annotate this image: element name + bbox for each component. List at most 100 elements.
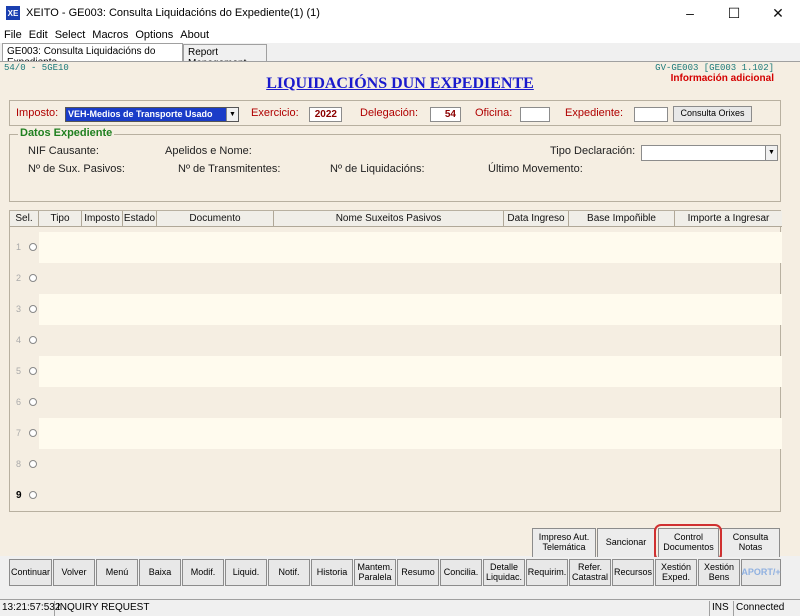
oficina-field[interactable] <box>520 107 550 122</box>
table-row[interactable]: 2 <box>10 263 782 294</box>
table-row[interactable]: 5 <box>10 356 782 387</box>
row-select-radio[interactable] <box>29 398 37 406</box>
row-select-radio[interactable] <box>29 336 37 344</box>
table-row[interactable]: 6 <box>10 387 782 418</box>
bottom-toolbar: Continuar Volver Menú Baixa Modif. Liqui… <box>0 557 800 599</box>
row-number: 9 <box>16 490 22 501</box>
sancionar-button[interactable]: Sancionar <box>597 528 655 558</box>
imposto-label: Imposto: <box>16 107 59 119</box>
menu-file[interactable]: File <box>4 29 22 41</box>
menu-options[interactable]: Options <box>135 29 173 41</box>
refer-catastral-button[interactable]: Refer. Catastral <box>569 559 611 586</box>
row-number: 3 <box>16 304 22 314</box>
status-message: INQUIRY REQUEST <box>55 601 710 616</box>
delegacion-field[interactable]: 54 <box>430 107 461 122</box>
consulta-orixes-button[interactable]: Consulta Orixes <box>673 106 752 122</box>
filter-panel: Imposto: VEH-Medios de Transporte Usado … <box>9 100 781 126</box>
app-icon: XE <box>6 6 20 20</box>
continuar-button[interactable]: Continuar <box>9 559 52 586</box>
datos-expediente-title: Datos Expediente <box>18 127 115 139</box>
row-select-radio[interactable] <box>29 429 37 437</box>
mantem-paralela-button[interactable]: Mantem. Paralela <box>354 559 396 586</box>
table-row[interactable]: 4 <box>10 325 782 356</box>
column-header-nome[interactable]: Nome Suxeitos Pasivos <box>274 211 504 227</box>
row-select-radio[interactable] <box>29 367 37 375</box>
menu-about[interactable]: About <box>180 29 209 41</box>
column-header-imposto[interactable]: Imposto <box>82 211 123 227</box>
table-row[interactable]: 3 <box>10 294 782 325</box>
impreso-aut-telematica-button[interactable]: Impreso Aut. Telemática <box>532 528 596 558</box>
window-title: XEITO - GE003: Consulta Liquidacións do … <box>26 7 320 19</box>
close-icon[interactable]: ✕ <box>756 0 800 26</box>
menu-edit[interactable]: Edit <box>29 29 48 41</box>
chevron-down-icon[interactable]: ▼ <box>765 146 777 160</box>
table-row[interactable]: 7 <box>10 418 782 449</box>
aport-button[interactable]: APORT/+ <box>741 559 781 586</box>
consulta-notas-button[interactable]: Consulta Notas <box>721 528 780 558</box>
xestion-bens-button[interactable]: Xestión Bens <box>698 559 740 586</box>
row-select-radio[interactable] <box>29 305 37 313</box>
nif-label: NIF Causante: <box>28 145 99 157</box>
menu-select[interactable]: Select <box>55 29 86 41</box>
row-select-radio[interactable] <box>29 274 37 282</box>
expediente-field[interactable] <box>634 107 668 122</box>
row-select-radio[interactable] <box>29 491 37 499</box>
maximize-icon[interactable]: ☐ <box>712 0 756 26</box>
column-header-tipo[interactable]: Tipo <box>39 211 82 227</box>
column-header-importe[interactable]: Importe a Ingresar <box>675 211 782 227</box>
volver-button[interactable]: Volver <box>53 559 95 586</box>
column-header-estado[interactable]: Estado <box>123 211 157 227</box>
main-pane: 54/0 - 5GE10 GV-GE003 [GE003 1.102] Info… <box>0 61 800 556</box>
menu-macros[interactable]: Macros <box>92 29 128 41</box>
baixa-button[interactable]: Baixa <box>139 559 181 586</box>
tab-ge003[interactable]: GE003: Consulta Liquidacións do Expedien… <box>2 43 183 68</box>
exercicio-label: Exercicio: <box>251 107 299 119</box>
column-header-documento[interactable]: Documento <box>157 211 274 227</box>
row-select-radio[interactable] <box>29 243 37 251</box>
column-header-sel[interactable]: Sel. <box>10 211 39 227</box>
xestion-exped-button[interactable]: Xestión Exped. <box>655 559 697 586</box>
title-bar: XE XEITO - GE003: Consulta Liquidacións … <box>0 0 800 26</box>
concilia-button[interactable]: Concilia. <box>440 559 482 586</box>
detalle-liquidac-button[interactable]: Detalle Liquidac. <box>483 559 525 586</box>
tipo-declaracion-label: Tipo Declaración: <box>550 145 636 157</box>
recursos-button[interactable]: Recursos <box>612 559 654 586</box>
modif-button[interactable]: Modif. <box>182 559 224 586</box>
liquidacions-grid: Sel. Tipo Imposto Estado Documento Nome … <box>9 210 782 512</box>
expediente-label: Expediente: <box>565 107 624 119</box>
datos-expediente-panel: Datos Expediente NIF Causante: Apelidos … <box>9 127 781 202</box>
row-number: 1 <box>16 242 22 252</box>
column-header-base[interactable]: Base Impoñible <box>569 211 675 227</box>
status-mode: INS <box>710 601 734 616</box>
tipo-declaracion-select[interactable]: ▼ <box>641 145 778 161</box>
resumo-button[interactable]: Resumo <box>397 559 439 586</box>
num-transmitentes-label: Nº de Transmitentes: <box>178 163 281 175</box>
row-number: 8 <box>16 459 22 469</box>
row-number: 4 <box>16 335 22 345</box>
row-number: 2 <box>16 273 22 283</box>
row-select-radio[interactable] <box>29 460 37 468</box>
tab-report-management[interactable]: Report Management <box>183 44 267 69</box>
table-row[interactable]: 1 <box>10 232 782 263</box>
highlight-annotation <box>654 524 722 561</box>
apelidos-label: Apelidos e Nome: <box>165 145 252 157</box>
chevron-down-icon[interactable]: ▼ <box>226 108 238 121</box>
tab-strip: GE003: Consulta Liquidacións do Expedien… <box>0 43 800 69</box>
minimize-icon[interactable]: – <box>668 0 712 26</box>
num-suxeitos-label: Nº de Sux. Pasivos: <box>28 163 125 175</box>
num-liquidacions-label: Nº de Liquidacións: <box>330 163 425 175</box>
imposto-select[interactable]: VEH-Medios de Transporte Usado ▼ <box>65 107 239 122</box>
notif-button[interactable]: Notif. <box>268 559 310 586</box>
requirim-button[interactable]: Requirim. <box>526 559 568 586</box>
table-row[interactable]: 8 <box>10 449 782 480</box>
screen-code: 54/0 - 5GE10 <box>4 63 69 73</box>
exercicio-field[interactable]: 2022 <box>309 107 342 122</box>
table-row[interactable]: 9 <box>10 480 782 511</box>
column-header-data[interactable]: Data Ingreso <box>504 211 569 227</box>
historia-button[interactable]: Historia <box>311 559 353 586</box>
liquid-button[interactable]: Liquid. <box>225 559 267 586</box>
delegacion-label: Delegación: <box>360 107 419 119</box>
status-bar: 13:21:57:532 INQUIRY REQUEST INS Connect… <box>0 599 800 616</box>
menu-button[interactable]: Menú <box>96 559 138 586</box>
oficina-label: Oficina: <box>475 107 513 119</box>
